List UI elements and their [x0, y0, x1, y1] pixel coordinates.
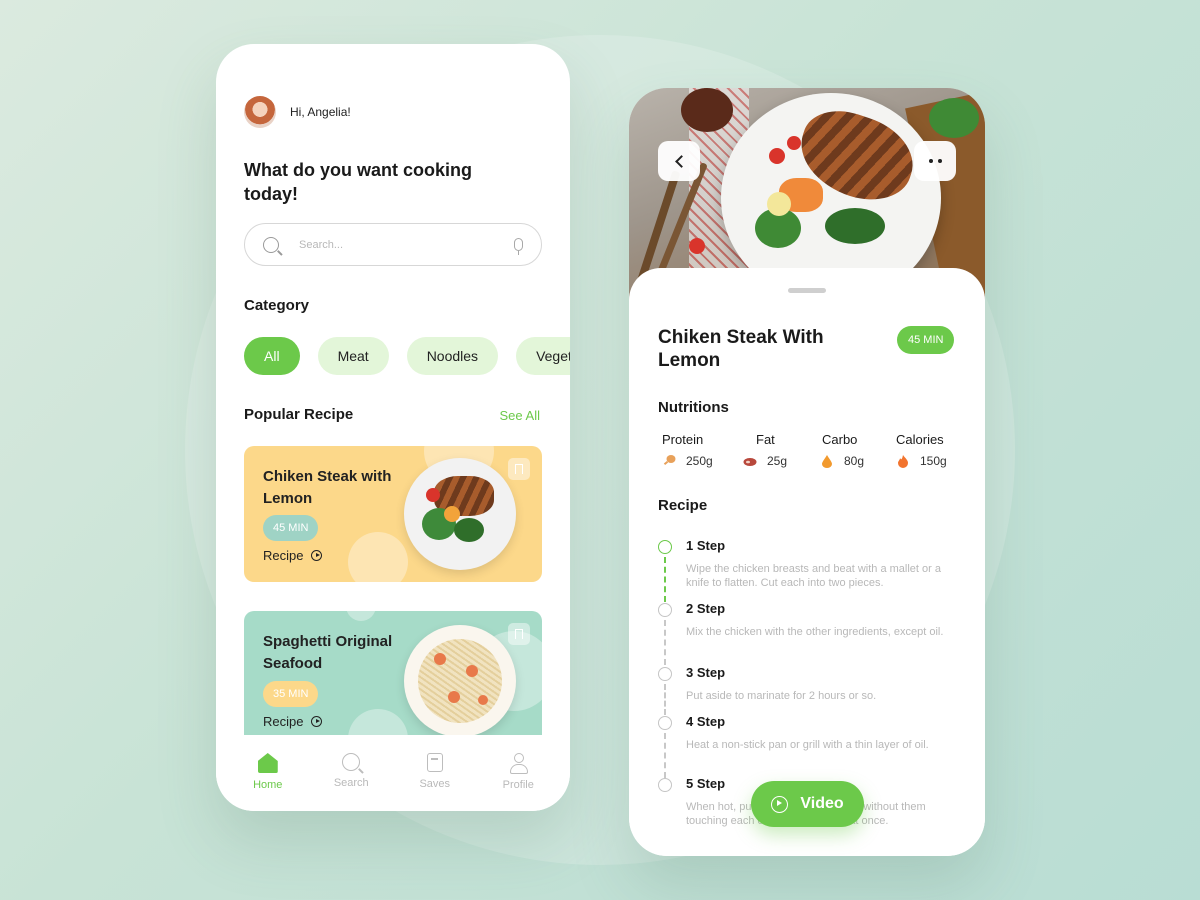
nutrition-label: Fat: [756, 432, 775, 447]
search-icon: [263, 236, 279, 253]
dish-image: [404, 625, 516, 737]
nutrition-label: Protein: [662, 432, 704, 447]
recipe-card-title: Spaghetti Original Seafood: [263, 633, 393, 672]
drop-icon: [822, 455, 832, 468]
step-marker: [658, 603, 672, 617]
recipe-title: Chiken Steak With Lemon: [658, 327, 824, 371]
bookmark-icon[interactable]: [508, 458, 530, 480]
more-dots-icon: [928, 159, 942, 163]
recipe-link-label: Recipe: [263, 548, 304, 563]
profile-icon: [508, 753, 529, 774]
nutritions-title: Nutritions: [658, 399, 729, 416]
category-chips: All Meat Noodles Veget: [244, 337, 570, 375]
nutrition-label: Carbo: [822, 432, 858, 447]
tab-saves[interactable]: Saves: [400, 735, 470, 811]
microphone-icon[interactable]: [514, 238, 523, 255]
step-title: 2 Step: [686, 601, 726, 616]
tab-profile-label: Profile: [502, 779, 534, 791]
search-icon: [342, 753, 361, 771]
greeting-text: Hi, Angelia!: [290, 105, 351, 119]
nutrition-value: 250g: [686, 454, 713, 468]
chevron-left-icon: [674, 154, 688, 168]
popular-recipe-title: Popular Recipe: [244, 406, 354, 423]
step-description: Put aside to marinate for 2 hours or so.: [686, 690, 877, 702]
greeting-row: Hi, Angelia!: [244, 96, 351, 128]
video-button-label: Video: [800, 795, 844, 812]
back-button[interactable]: [658, 141, 700, 181]
detail-sheet: Chiken Steak With Lemon 45 MIN Nutrition…: [629, 268, 985, 856]
category-title: Category: [244, 297, 310, 314]
nutrition-value: 25g: [767, 454, 788, 468]
tab-search-label: Search: [333, 777, 369, 789]
step-connector: [664, 684, 666, 715]
tab-profile[interactable]: Profile: [483, 735, 553, 811]
step-connector: [664, 557, 666, 602]
step-marker: [658, 778, 672, 792]
recipe-time-badge: 35 MIN: [263, 681, 319, 707]
step-title: 3 Step: [686, 665, 726, 680]
meat-icon: [743, 458, 757, 466]
category-chip-meat[interactable]: Meat: [317, 337, 389, 375]
nutrition-fat: Fat 25g: [743, 432, 823, 468]
more-button[interactable]: [914, 141, 956, 181]
recipe-time-badge: 45 MIN: [263, 515, 319, 541]
nutrition-calories: Calories 150g: [896, 432, 976, 468]
tab-search[interactable]: Search: [316, 735, 386, 811]
bottom-tab-bar: Home Search Saves Profile: [216, 735, 570, 811]
nutrition-label: Calories: [896, 432, 944, 447]
recipe-step[interactable]: 1 Step Wipe the chicken breasts and beat…: [658, 538, 958, 602]
tab-saves-label: Saves: [419, 778, 451, 790]
dish-image: [404, 458, 516, 570]
step-description: Mix the chicken with the other ingredien…: [686, 626, 944, 638]
avatar[interactable]: [244, 96, 276, 128]
recipe-link[interactable]: Recipe: [263, 548, 323, 563]
recipe-step[interactable]: 4 Step Heat a non-stick pan or grill wit…: [658, 714, 958, 778]
bookmark-icon[interactable]: [508, 623, 530, 645]
step-marker: [658, 540, 672, 554]
step-title: 4 Step: [686, 714, 726, 729]
recipe-card-title: Chiken Steak with Lemon: [263, 468, 392, 507]
step-connector: [664, 733, 666, 778]
play-circle-icon: [311, 716, 323, 727]
tab-home[interactable]: Home: [233, 735, 303, 811]
home-screen: Hi, Angelia! What do you want cooking to…: [216, 44, 570, 811]
drumstick-icon: [663, 455, 676, 466]
step-connector: [664, 620, 666, 665]
tab-home-label: Home: [253, 779, 283, 791]
category-chip-noodles[interactable]: Noodles: [406, 337, 499, 375]
fire-icon: [898, 455, 908, 468]
recipe-step[interactable]: 2 Step Mix the chicken with the other in…: [658, 601, 958, 665]
search-bar[interactable]: [244, 223, 542, 266]
recipe-step[interactable]: 3 Step Put aside to marinate for 2 hours…: [658, 665, 958, 715]
nutrition-carbo: Carbo 80g: [820, 432, 900, 468]
see-all-link[interactable]: See All: [500, 408, 540, 423]
sheet-handle[interactable]: [788, 288, 826, 293]
step-marker: [658, 667, 672, 681]
search-input[interactable]: [299, 238, 514, 251]
recipe-link[interactable]: Recipe: [263, 714, 323, 729]
nutrition-value: 150g: [920, 454, 947, 468]
step-title: 1 Step: [686, 538, 726, 553]
recipe-link-label: Recipe: [263, 714, 304, 729]
play-circle-icon: [311, 550, 323, 561]
recipe-section-title: Recipe: [658, 497, 708, 514]
step-marker: [658, 716, 672, 730]
bookmark-icon: [426, 753, 443, 772]
recipe-detail-screen: Chiken Steak With Lemon 45 MIN Nutrition…: [629, 88, 985, 856]
play-circle-icon: [771, 795, 789, 813]
decor-bubble: [346, 611, 376, 621]
nutrition-value: 80g: [844, 454, 865, 468]
recipe-card[interactable]: Chiken Steak with Lemon 45 MIN Recipe: [244, 446, 542, 582]
nutrition-protein: Protein 250g: [662, 432, 742, 468]
category-chip-vegetables[interactable]: Veget: [516, 337, 570, 375]
decor-bubble: [348, 532, 408, 582]
video-button[interactable]: Video: [751, 781, 864, 827]
step-description: Wipe the chicken breasts and beat with a…: [686, 563, 941, 589]
recipe-time-badge: 45 MIN: [897, 326, 955, 354]
home-icon: [257, 753, 278, 773]
page-title: What do you want cooking today!: [244, 160, 472, 204]
category-chip-all[interactable]: All: [244, 337, 300, 375]
step-description: Heat a non-stick pan or grill with a thi…: [686, 739, 929, 751]
